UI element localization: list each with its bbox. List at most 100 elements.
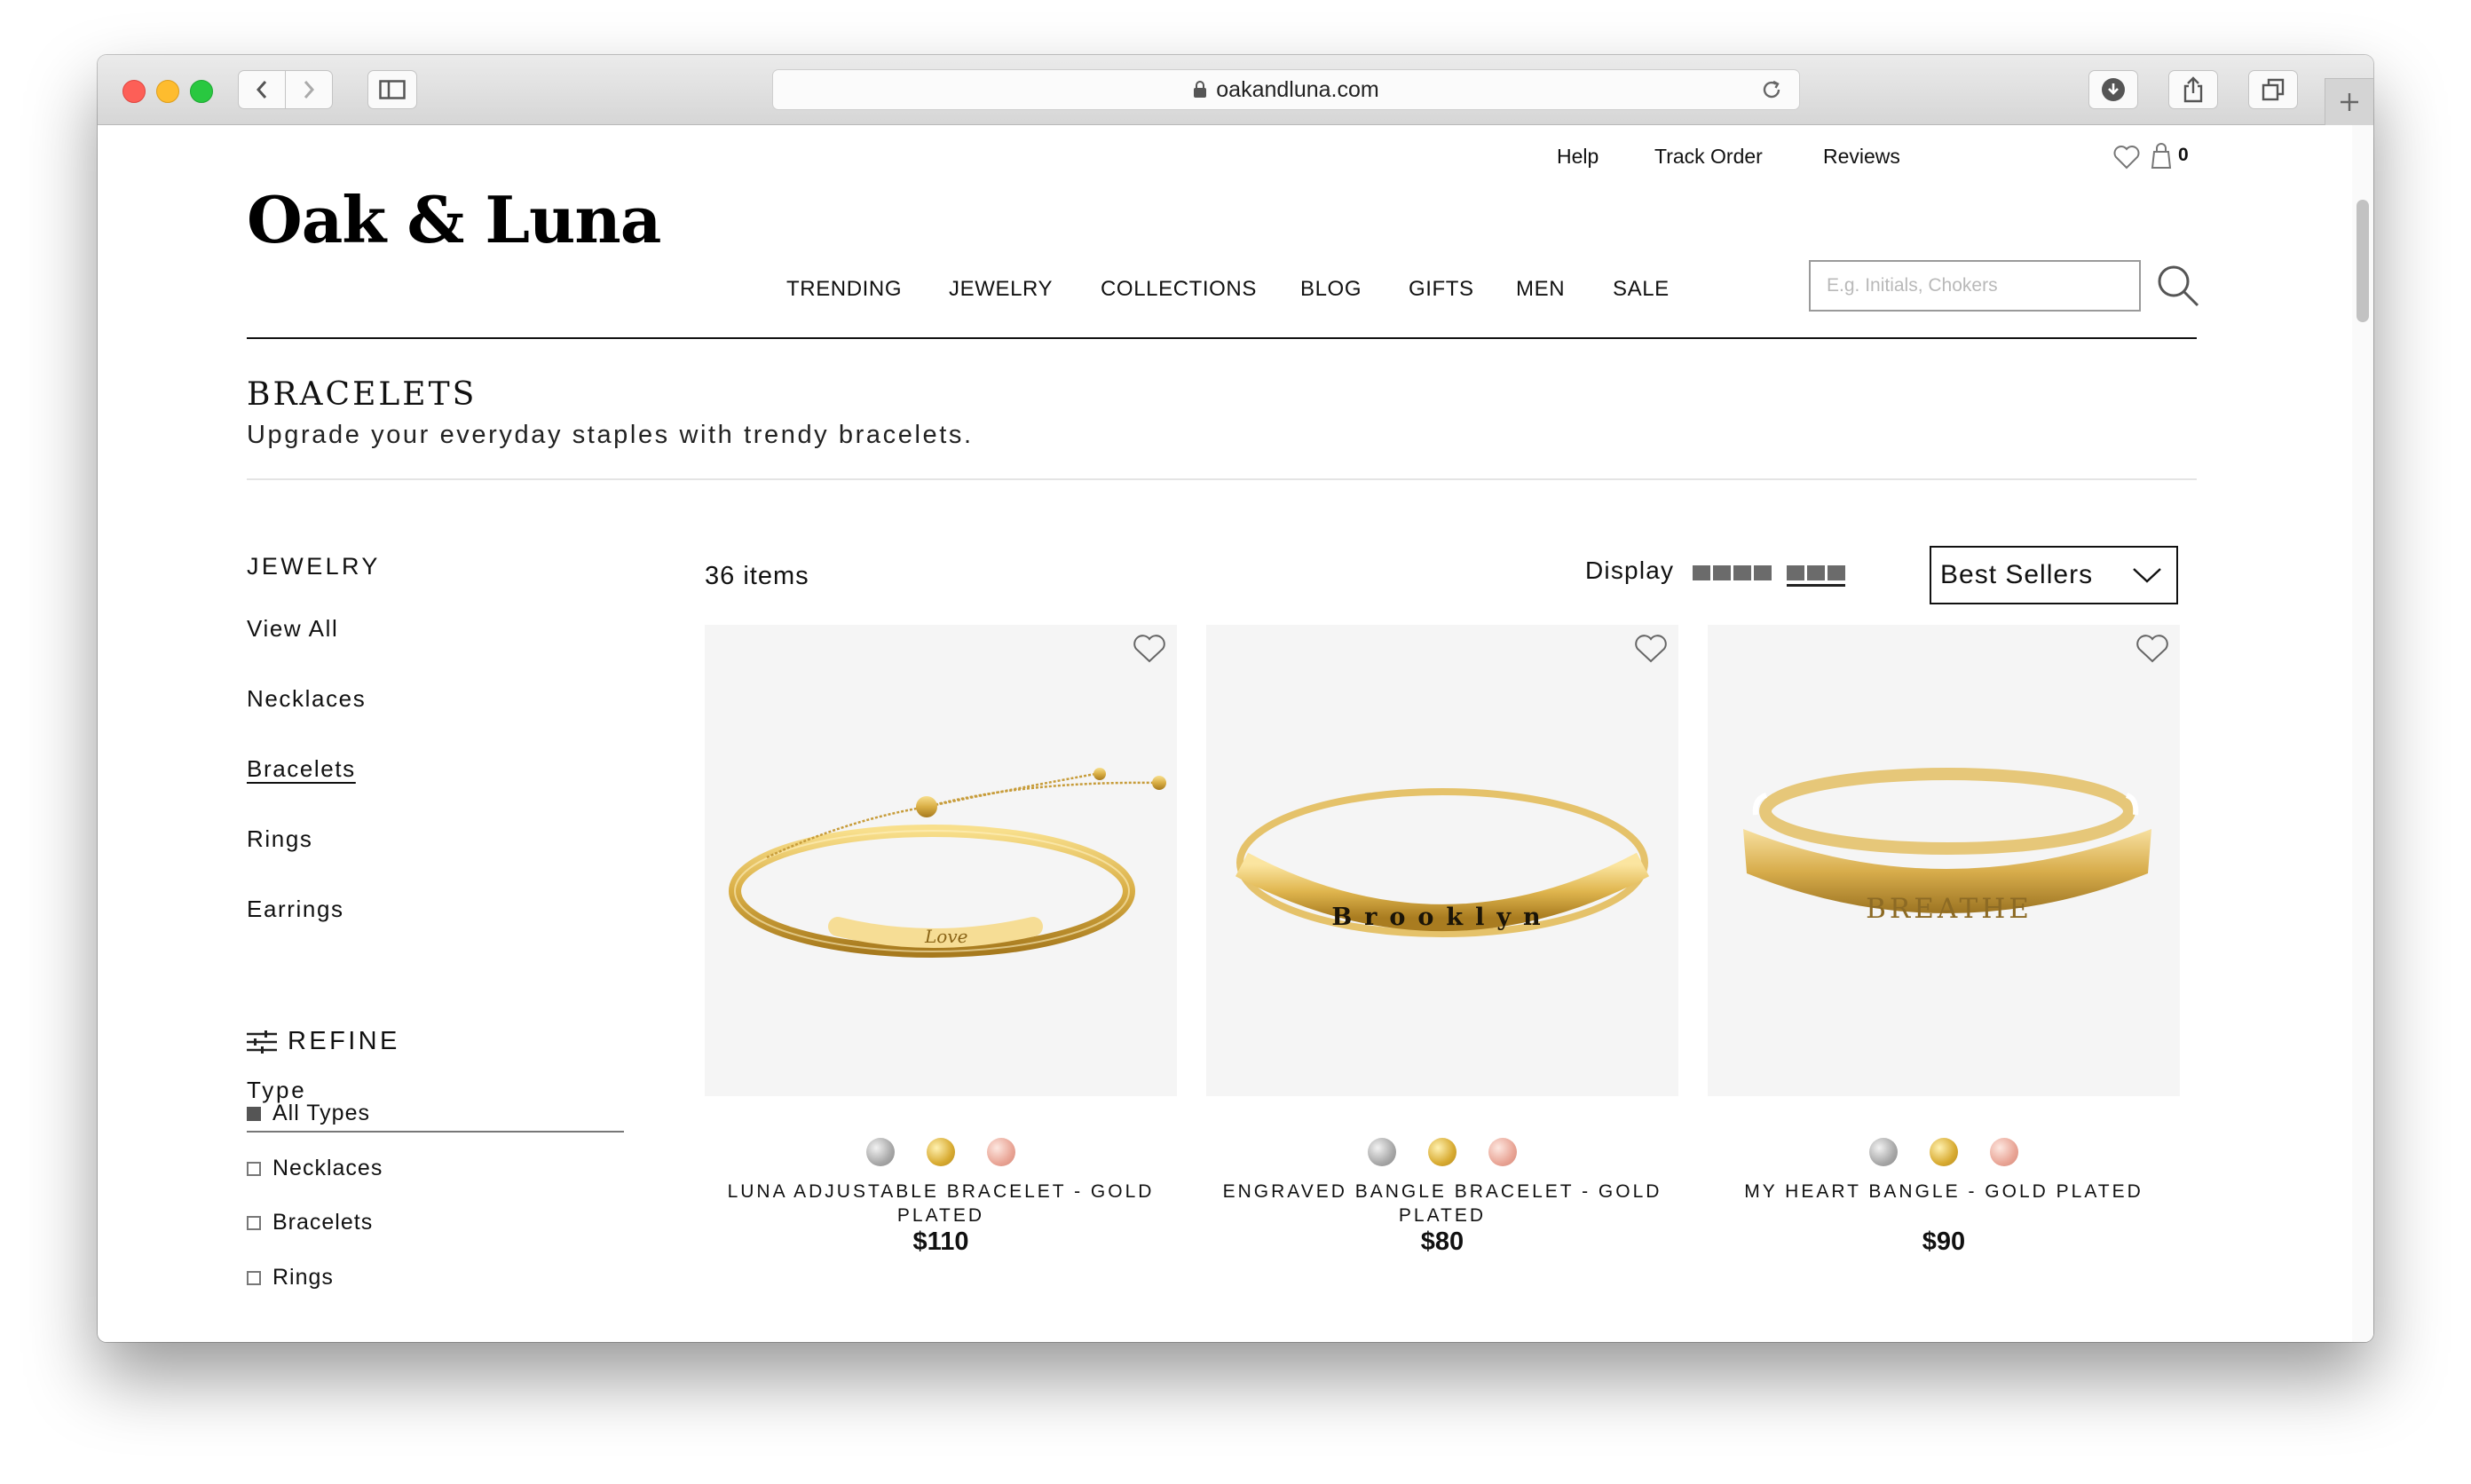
page-title: BRACELETS — [247, 376, 478, 413]
swatch-silver[interactable] — [1869, 1138, 1898, 1166]
type-filter-divider — [247, 1131, 624, 1133]
product-name[interactable]: ENGRAVED BANGLE BRACELET - GOLD PLATED — [1215, 1180, 1670, 1227]
filter-bracelets[interactable]: Bracelets — [247, 1210, 373, 1235]
filter-rings[interactable]: Rings — [247, 1265, 334, 1291]
browser-window: oakandluna.com Help Track Order Reviews … — [98, 55, 2373, 1342]
sidebar-icon — [379, 80, 406, 99]
header-divider — [247, 337, 2197, 339]
share-icon — [2183, 76, 2203, 103]
item-count: 36 items — [705, 562, 809, 590]
sidebar-item-view-all[interactable]: View All — [247, 615, 338, 643]
zoom-window-button[interactable] — [190, 80, 213, 103]
minimize-window-button[interactable] — [156, 80, 179, 103]
color-swatches — [705, 1138, 1177, 1166]
cart-count[interactable]: 0 — [2178, 145, 2189, 166]
tabs-overview-button[interactable] — [2248, 70, 2298, 109]
grid-three-columns-button[interactable] — [1787, 565, 1845, 587]
product-price: $110 — [912, 1227, 969, 1256]
back-button[interactable] — [238, 70, 286, 109]
site-logo[interactable]: Oak & Luna — [247, 182, 661, 257]
nav-men[interactable]: MEN — [1516, 277, 1565, 302]
help-link[interactable]: Help — [1557, 145, 1599, 169]
product-name[interactable]: LUNA ADJUSTABLE BRACELET - GOLD PLATED — [714, 1180, 1168, 1227]
bracelet-illustration: Brooklyn — [1235, 788, 1650, 937]
checkbox[interactable] — [247, 1270, 261, 1285]
product-image[interactable]: Love — [705, 625, 1177, 1096]
shopping-bag-icon[interactable] — [2149, 141, 2174, 170]
search-input[interactable] — [1809, 260, 2141, 312]
product-price: $80 — [1420, 1227, 1464, 1256]
browser-toolbar: oakandluna.com — [98, 55, 2373, 125]
sliders-icon — [247, 1030, 277, 1054]
bracelet-illustration: BREATHE — [1743, 768, 2151, 925]
product-card[interactable]: Brooklyn ENGRAVED BANGLE BRACELET - GOLD… — [1206, 625, 1678, 1256]
lock-icon — [1194, 81, 1207, 98]
sidebar-item-earrings[interactable]: Earrings — [247, 896, 344, 923]
bracelet-illustration: Love — [729, 768, 1166, 958]
product-image[interactable]: BREATHE — [1708, 625, 2180, 1096]
engraving-text: Love — [924, 926, 967, 947]
swatch-rose-gold[interactable] — [1488, 1138, 1517, 1166]
checkbox[interactable] — [247, 1215, 261, 1230]
share-button[interactable] — [2168, 70, 2218, 109]
filter-label: Bracelets — [272, 1210, 374, 1235]
swatch-silver[interactable] — [1368, 1138, 1396, 1166]
product-card[interactable]: Love LUNA ADJUSTABLE BRACELET - GOLD PLA… — [705, 625, 1177, 1256]
refine-label: REFINE — [288, 1027, 400, 1055]
search-icon[interactable] — [2155, 263, 2201, 309]
nav-blog[interactable]: BLOG — [1300, 277, 1362, 302]
display-label: Display — [1585, 556, 1675, 584]
nav-trending[interactable]: TRENDING — [786, 277, 902, 302]
filter-label: All Types — [272, 1101, 370, 1125]
wishlist-heart-icon[interactable] — [2113, 145, 2140, 170]
checkbox[interactable] — [247, 1161, 261, 1176]
color-swatches — [1206, 1138, 1678, 1166]
plus-icon — [2341, 93, 2358, 111]
sidebar-item-bracelets[interactable]: Bracelets — [247, 755, 356, 783]
engraving-text: Brooklyn — [1331, 904, 1552, 931]
close-window-button[interactable] — [122, 80, 146, 103]
scrollbar-thumb[interactable] — [2357, 200, 2369, 322]
sidebar-toggle-button[interactable] — [367, 70, 417, 109]
url-text: oakandluna.com — [1216, 76, 1379, 102]
checkbox[interactable] — [247, 1106, 261, 1121]
nav-sale[interactable]: SALE — [1613, 277, 1670, 302]
grid-four-columns-button[interactable] — [1693, 565, 1772, 580]
section-divider — [247, 478, 2197, 480]
filter-necklaces[interactable]: Necklaces — [247, 1156, 383, 1181]
sort-select[interactable]: Best Sellers — [1930, 546, 2178, 604]
product-price: $90 — [1922, 1227, 1966, 1256]
swatch-rose-gold[interactable] — [987, 1138, 1015, 1166]
color-swatches — [1708, 1138, 2180, 1166]
sidebar-item-rings[interactable]: Rings — [247, 825, 312, 853]
swatch-gold[interactable] — [1428, 1138, 1457, 1166]
new-tab-button[interactable] — [2325, 78, 2373, 125]
page-subtitle: Upgrade your everyday staples with trend… — [247, 421, 974, 449]
reload-icon[interactable] — [1760, 78, 1783, 101]
nav-collections[interactable]: COLLECTIONS — [1101, 277, 1257, 302]
swatch-gold[interactable] — [927, 1138, 955, 1166]
sidebar-item-necklaces[interactable]: Necklaces — [247, 685, 366, 713]
swatch-gold[interactable] — [1930, 1138, 1958, 1166]
web-page: Help Track Order Reviews 0 Oak & Luna TR… — [98, 125, 2373, 1342]
product-image[interactable]: Brooklyn — [1206, 625, 1678, 1096]
downloads-button[interactable] — [2088, 70, 2138, 109]
forward-button[interactable] — [285, 70, 333, 109]
tabs-icon — [2262, 78, 2285, 101]
track-order-link[interactable]: Track Order — [1654, 145, 1763, 169]
product-card[interactable]: BREATHE MY HEART BANGLE - GOLD PLATED $9… — [1708, 625, 2180, 1256]
address-bar[interactable]: oakandluna.com — [772, 69, 1800, 110]
download-icon — [2102, 78, 2125, 101]
chevron-down-icon — [2133, 568, 2161, 583]
chevron-left-icon — [256, 81, 267, 99]
filter-label: Rings — [272, 1265, 334, 1290]
reviews-link[interactable]: Reviews — [1823, 145, 1900, 169]
swatch-silver[interactable] — [866, 1138, 895, 1166]
filter-all-types[interactable]: All Types — [247, 1101, 370, 1126]
swatch-rose-gold[interactable] — [1990, 1138, 2018, 1166]
sort-value: Best Sellers — [1940, 560, 2094, 589]
product-name[interactable]: MY HEART BANGLE - GOLD PLATED — [1717, 1180, 2171, 1204]
refine-toggle[interactable]: REFINE — [247, 1027, 400, 1056]
nav-jewelry[interactable]: JEWELRY — [949, 277, 1053, 302]
nav-gifts[interactable]: GIFTS — [1409, 277, 1474, 302]
